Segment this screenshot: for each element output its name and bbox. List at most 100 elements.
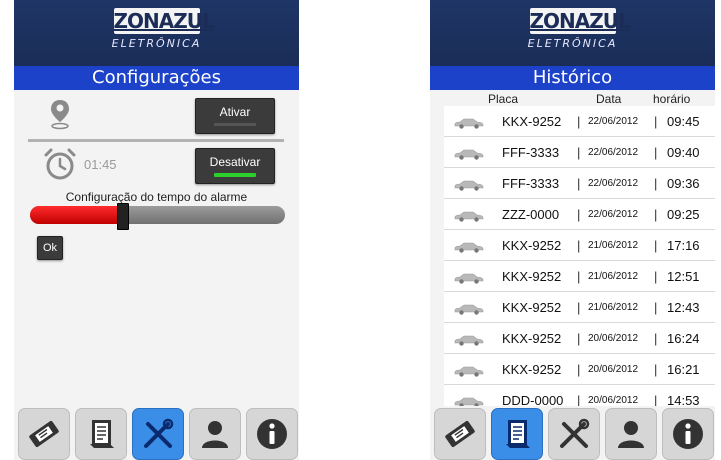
date-value: 20/06/2012 (588, 333, 639, 344)
date-value: 21/06/2012 (588, 271, 639, 282)
column-separator: | (654, 300, 658, 315)
nav-tools-button[interactable] (548, 408, 600, 460)
time-value: 12:51 (667, 269, 700, 284)
column-separator: | (654, 207, 658, 222)
plate-number: ZZZ-0000 (502, 207, 560, 222)
tools-icon (144, 418, 174, 448)
ativar-button-label: Ativar (219, 105, 251, 119)
date-value: 21/06/2012 (588, 302, 639, 313)
table-row[interactable]: ZZZ-0000 | 22/06/2012 | 09:25 (444, 199, 715, 230)
column-separator: | (577, 300, 581, 315)
car-icon (454, 273, 484, 284)
nav-user-button[interactable] (605, 408, 657, 460)
column-separator: | (654, 176, 658, 191)
table-row[interactable]: KKX-9252 | 21/06/2012 | 12:51 (444, 261, 715, 292)
column-separator: | (577, 269, 581, 284)
column-separator: | (654, 114, 658, 129)
alarm-clock-icon (44, 148, 76, 180)
ok-button[interactable]: Ok (37, 236, 63, 260)
nav-receipt-list-button[interactable] (491, 408, 543, 460)
slider-label: Configuração do tempo do alarme (65, 190, 248, 204)
time-value: 17:16 (667, 238, 700, 253)
ativar-button[interactable]: Ativar (195, 98, 275, 134)
date-value: 22/06/2012 (588, 116, 639, 127)
table-row[interactable]: FFF-3333 | 22/06/2012 | 09:36 (444, 168, 715, 199)
date-value: 21/06/2012 (588, 240, 639, 251)
column-separator: | (654, 145, 658, 160)
table-row[interactable]: KKX-9252 | 21/06/2012 | 17:16 (444, 230, 715, 261)
logo-sub-text: ELETRÔNICA (111, 37, 202, 50)
car-icon (454, 211, 484, 222)
logo-main-text: ZONAZUL (529, 8, 631, 34)
column-separator: | (577, 114, 581, 129)
column-separator: | (577, 176, 581, 191)
nav-user-button[interactable] (189, 408, 241, 460)
date-value: 22/06/2012 (588, 209, 639, 220)
zonazul-logo: ZONAZUL ELETRÔNICA (519, 8, 631, 58)
time-value: 09:25 (667, 207, 700, 222)
column-separator: | (577, 207, 581, 222)
table-row[interactable]: FFF-3333 | 22/06/2012 | 09:40 (444, 137, 715, 168)
ticket-icon (445, 421, 475, 447)
car-icon (454, 118, 484, 129)
ticket-icon (29, 421, 59, 447)
column-separator: | (577, 362, 581, 377)
column-separator: | (577, 331, 581, 346)
page-title: Configurações (14, 66, 299, 90)
slider-fill (30, 206, 122, 224)
table-row[interactable]: KKX-9252 | 21/06/2012 | 12:43 (444, 292, 715, 323)
bottom-nav (430, 406, 715, 460)
history-screen: ZONAZUL ELETRÔNICA Histórico Placa Data … (430, 0, 715, 460)
column-separator: | (577, 145, 581, 160)
car-icon (454, 149, 484, 160)
time-value: 09:36 (667, 176, 700, 191)
nav-info-button[interactable] (246, 408, 298, 460)
user-icon (202, 421, 228, 448)
settings-screen: ZONAZUL ELETRÔNICA Configurações Ativar … (14, 0, 299, 460)
time-value: 09:40 (667, 145, 700, 160)
time-value: 16:24 (667, 331, 700, 346)
app-header: ZONAZUL ELETRÔNICA (430, 0, 715, 66)
receipt-list-icon (506, 420, 530, 448)
plate-number: KKX-9252 (502, 114, 562, 129)
time-value: 12:43 (667, 300, 700, 315)
nav-ticket-button[interactable] (434, 408, 486, 460)
alarm-on-indicator (214, 173, 256, 177)
column-header-data: Data (596, 92, 622, 106)
plate-number: KKX-9252 (502, 269, 562, 284)
column-separator: | (654, 269, 658, 284)
time-value: 16:21 (667, 362, 700, 377)
logo-main-text: ZONAZUL (113, 8, 215, 34)
info-icon (257, 419, 287, 449)
nav-ticket-button[interactable] (18, 408, 70, 460)
divider (28, 139, 284, 142)
desativar-button-label: Desativar (209, 155, 261, 169)
date-value: 20/06/2012 (588, 395, 639, 406)
alarm-time: 01:45 (84, 157, 117, 172)
car-icon (454, 335, 484, 346)
table-row[interactable]: KKX-9252 | 20/06/2012 | 16:24 (444, 323, 715, 354)
car-icon (454, 242, 484, 253)
table-row[interactable]: KKX-9252 | 22/06/2012 | 09:45 (444, 106, 715, 137)
receipt-list-icon (90, 420, 114, 448)
app-header: ZONAZUL ELETRÔNICA (14, 0, 299, 66)
desativar-button[interactable]: Desativar (195, 148, 275, 184)
date-value: 22/06/2012 (588, 147, 639, 158)
history-list: KKX-9252 | 22/06/2012 | 09:45 FFF-3333 | 22/06/… (444, 106, 715, 416)
ativar-indicator (214, 123, 256, 126)
column-header-placa: Placa (488, 92, 519, 106)
plate-number: FFF-3333 (502, 176, 560, 191)
slider-thumb[interactable] (117, 203, 129, 230)
nav-info-button[interactable] (662, 408, 714, 460)
info-icon (673, 419, 703, 449)
bottom-nav (14, 406, 299, 460)
alarm-time-slider[interactable] (30, 206, 285, 224)
plate-number: KKX-9252 (502, 238, 562, 253)
nav-receipt-list-button[interactable] (75, 408, 127, 460)
table-row[interactable]: KKX-9252 | 20/06/2012 | 16:21 (444, 354, 715, 385)
date-value: 22/06/2012 (588, 178, 639, 189)
plate-number: KKX-9252 (502, 362, 562, 377)
nav-tools-button[interactable] (132, 408, 184, 460)
date-value: 20/06/2012 (588, 364, 639, 375)
car-icon (454, 366, 484, 377)
